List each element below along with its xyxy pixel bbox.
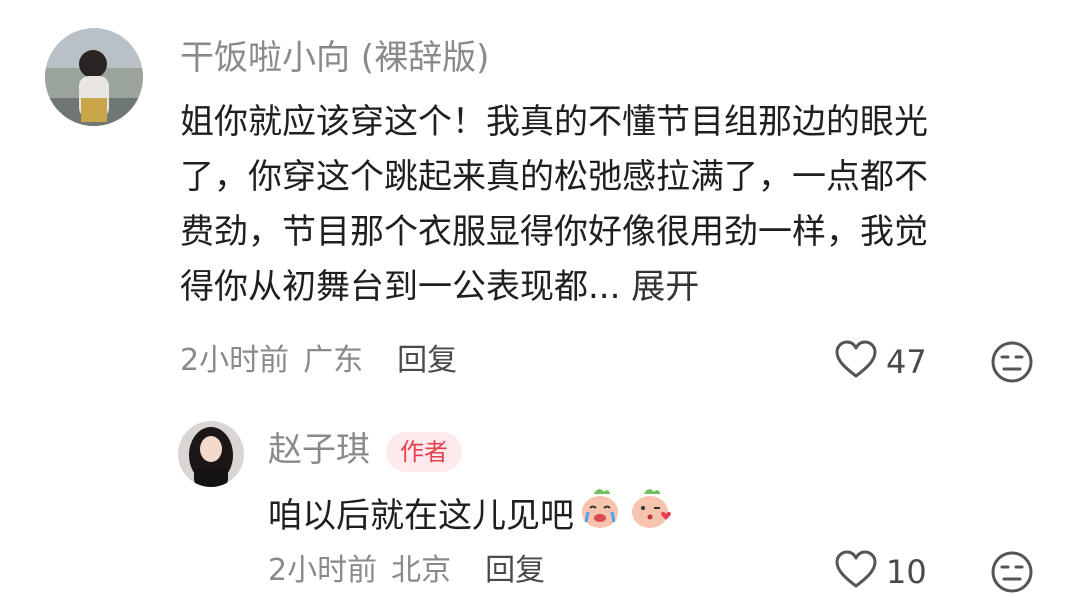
author-avatar[interactable] <box>178 421 244 487</box>
reply-dislike-button[interactable] <box>990 550 1034 598</box>
reply-meta: 2小时前 北京 回复 <box>268 553 559 589</box>
author-username[interactable]: 赵子琪 <box>268 430 370 470</box>
comment-line: 了，你穿这个跳起来真的松弛感拉满了，一点都不 <box>180 157 928 197</box>
reply-like-button[interactable]: 10 <box>834 550 927 594</box>
crying-peach-emoji <box>578 486 622 547</box>
commenter-username[interactable]: 干饭啦小向 (裸辞版) <box>180 38 489 78</box>
comment-line: 费劲，节目那个衣服显得你好像很用劲一样，我觉 <box>180 212 928 252</box>
comment-text[interactable]: 姐你就应该穿这个！我真的不懂节目组那边的眼光 了，你穿这个跳起来真的松弛感拉满了… <box>180 95 1060 315</box>
reply-text: 咱以后就在这儿见吧 <box>268 496 574 536</box>
meh-face-icon <box>990 340 1034 388</box>
like-count: 47 <box>886 343 927 381</box>
author-name-row: 赵子琪 作者 <box>268 430 462 472</box>
reply-location: 北京 <box>391 553 452 588</box>
comment-line: 得你从初舞台到一公表现都... 展开 <box>180 260 1060 315</box>
comment-line-text: 得你从初舞台到一公表现都... <box>180 267 621 307</box>
kiss-peach-emoji <box>628 486 672 547</box>
reply-reply-button[interactable]: 回复 <box>485 553 545 588</box>
like-button[interactable]: 47 <box>834 340 927 384</box>
reply-like-count: 10 <box>886 553 927 591</box>
comment-location: 广东 <box>303 343 364 378</box>
dislike-button[interactable] <box>990 340 1034 388</box>
reply-text-row: 咱以后就在这儿见吧 <box>268 486 672 547</box>
author-badge: 作者 <box>386 431 462 472</box>
reply-time: 2小时前 <box>268 553 378 588</box>
expand-link[interactable]: 展开 <box>631 267 699 307</box>
comment-line: 姐你就应该穿这个！我真的不懂节目组那边的眼光 <box>180 102 928 142</box>
comment-time: 2小时前 <box>180 343 290 378</box>
comment-meta: 2小时前 广东 回复 <box>180 343 471 379</box>
meh-face-icon <box>990 550 1034 598</box>
heart-outline-icon <box>834 340 878 384</box>
commenter-avatar[interactable] <box>45 28 143 126</box>
heart-outline-icon <box>834 550 878 594</box>
reply-button[interactable]: 回复 <box>397 343 457 378</box>
